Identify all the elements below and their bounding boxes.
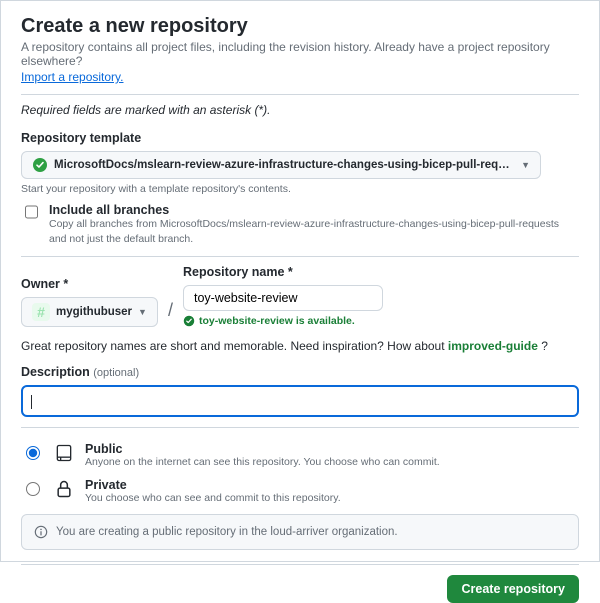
chevron-down-icon: ▼	[521, 160, 530, 170]
visibility-private-title: Private	[85, 478, 341, 492]
divider	[21, 564, 579, 565]
visibility-public-radio[interactable]	[26, 446, 40, 460]
required-fields-note: Required fields are marked with an aster…	[21, 103, 579, 117]
chevron-down-icon: ▼	[138, 307, 147, 317]
check-circle-icon	[183, 315, 195, 327]
lock-icon	[53, 478, 75, 500]
divider	[21, 94, 579, 95]
divider	[21, 427, 579, 428]
visibility-private-radio[interactable]	[26, 482, 40, 496]
repo-name-label: Repository name *	[183, 265, 383, 279]
info-icon	[34, 525, 48, 539]
owner-select[interactable]: # mygithubuser ▼	[21, 297, 158, 327]
include-branches-checkbox[interactable]	[25, 205, 38, 219]
intro-text: A repository contains all project files,…	[21, 40, 579, 68]
template-label: Repository template	[21, 131, 579, 145]
name-suggestion-row: Great repository names are short and mem…	[21, 339, 579, 353]
visibility-private-desc: You choose who can see and commit to thi…	[85, 492, 341, 504]
info-banner: You are creating a public repository in …	[21, 514, 579, 550]
create-repository-button[interactable]: Create repository	[447, 575, 579, 603]
visibility-private-option[interactable]: Private You choose who can see and commi…	[21, 478, 579, 504]
owner-repo-separator: /	[168, 300, 173, 327]
owner-label: Owner *	[21, 277, 158, 291]
template-select[interactable]: MicrosoftDocs/mslearn-review-azure-infra…	[21, 151, 541, 179]
include-branches-row: Include all branches Copy all branches f…	[21, 203, 579, 246]
repo-public-icon	[53, 442, 75, 464]
repo-name-input[interactable]	[183, 285, 383, 311]
template-hint: Start your repository with a template re…	[21, 183, 579, 195]
description-label: Description (optional)	[21, 365, 579, 379]
include-branches-label: Include all branches	[49, 203, 579, 217]
repo-available-msg: toy-website-review is available.	[183, 315, 383, 327]
owner-avatar-icon: #	[32, 303, 50, 321]
text-cursor	[31, 395, 32, 409]
include-branches-desc: Copy all branches from MicrosoftDocs/msl…	[49, 217, 579, 246]
template-selected-value: MicrosoftDocs/mslearn-review-azure-infra…	[54, 159, 515, 171]
suggested-name-link[interactable]: improved-guide	[448, 339, 538, 353]
page-title: Create a new repository	[21, 15, 579, 38]
owner-value: mygithubuser	[56, 306, 132, 318]
visibility-public-option[interactable]: Public Anyone on the internet can see th…	[21, 442, 579, 468]
info-text: You are creating a public repository in …	[56, 526, 398, 538]
create-repo-form: Create a new repository A repository con…	[0, 0, 600, 562]
import-repo-link[interactable]: Import a repository.	[21, 70, 123, 84]
visibility-public-title: Public	[85, 442, 440, 456]
divider	[21, 256, 579, 257]
description-input[interactable]	[21, 385, 579, 417]
visibility-public-desc: Anyone on the internet can see this repo…	[85, 456, 440, 468]
template-icon	[32, 157, 48, 173]
